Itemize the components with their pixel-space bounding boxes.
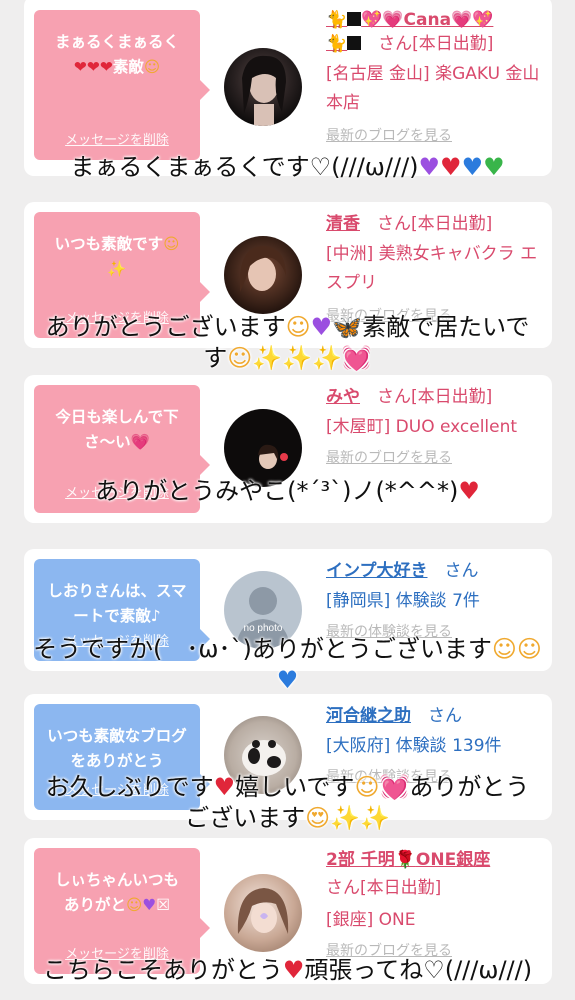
avatar[interactable] [224,236,302,314]
review-detail[interactable]: [大阪府] 体験談 139件 [326,732,546,761]
review-detail[interactable]: [静岡県] 体験談 7件 [326,587,546,616]
avatar-photo [237,888,289,934]
delete-message-link[interactable]: メッセージを削除 [34,132,200,150]
sender-status: さん[本日出勤] [326,878,442,898]
message-feed: まぁるくまぁるく ❤❤❤素敵☺ メッセージを削除 🐈 💖💗Cana💗💖 🐈 さん[本… [0,0,575,1000]
sender-info: 2部 千明🌹ONE銀座 さん[本日出勤] [銀座] ONE 最新のブログを見る [326,848,546,961]
reply-text: こちらこそありがとう♥頑張ってね♡(///ω///) [42,956,533,984]
avatar-photo [242,55,286,126]
shop-detail[interactable]: [名古屋 金山] 楽GAKU 金山本店 [326,60,546,118]
message-bubble: まぁるくまぁるく ❤❤❤素敵☺ メッセージを削除 [34,10,210,160]
sender-name[interactable]: 清香 [326,214,360,234]
sender-name[interactable]: みや [326,387,360,407]
shop-detail[interactable]: [中洲] 美熟女キャバクラ エスプリ [326,240,546,298]
message-text: しぃちゃんいつも ありがと☺♥☒ [54,871,179,914]
reply-text: ありがとうみやこ(*´³`)ノ(*^^*)♥ [95,477,480,505]
sender-status: さん [444,561,479,581]
sender-status: さん[本日出勤] [378,34,494,54]
avatar[interactable] [224,48,302,126]
sender-name[interactable]: インプ大好き [326,561,428,581]
message-text: まぁるくまぁるく ❤❤❤素敵☺ [54,33,179,76]
message-text: いつも素敵です☺ ✨ [54,235,180,278]
message-text: しおりさんは、スマートで素敵♪ [47,582,187,625]
sender-name[interactable]: 河合継之助 [326,706,411,726]
sender-status: さん [428,706,462,726]
sender-info: インプ大好き さん [静岡県] 体験談 7件 最新の体験談を見る [326,559,546,642]
sender-info: 🐈 💖💗Cana💗💖 🐈 さん[本日出勤] [名古屋 金山] 楽GAKU 金山本店… [326,8,546,146]
shop-detail[interactable]: [銀座] ONE [326,906,546,935]
sender-status: さん[本日出勤] [377,214,493,234]
sender-name[interactable]: 🐈 💖💗Cana💗💖 [326,10,493,30]
sender-name-line2[interactable]: 🐈 [326,34,362,54]
message-text: 今日も楽しんで下 さ〜い💗 [55,408,179,451]
reply-text: ありがとうございます☺♥🦋素敵で居たいで す☺✨✨✨💓 [45,313,530,372]
latest-blog-link[interactable]: 最新のブログを見る [326,448,546,468]
reply-text: お久しぶりです♥嬉しいです☺💓ありがとう ございます😍✨✨ [45,773,530,832]
message-text: いつも素敵なブログをありがとう [47,727,187,770]
sender-info: 清香 さん[本日出勤] [中洲] 美熟女キャバクラ エスプリ 最新のブログを見る [326,212,546,326]
shop-detail[interactable]: [木屋町] DUO excellent [326,413,546,442]
no-photo-label: no photo [244,623,283,634]
avatar-photo [240,246,286,292]
sender-info: みや さん[本日出勤] [木屋町] DUO excellent 最新のブログを見… [326,385,546,468]
sender-name[interactable]: 2部 千明🌹ONE銀座 [326,850,490,870]
reply-text: そうですか( ･ω･`)ありがとうございます☺☺ ♥ [33,635,542,694]
latest-blog-link[interactable]: 最新のブログを見る [326,126,546,146]
message-card: まぁるくまぁるく ❤❤❤素敵☺ メッセージを削除 🐈 💖💗Cana💗💖 🐈 さん[本… [24,0,552,176]
reply-text: まぁるくまぁるくです♡(///ω///)♥♥♥♥ [70,153,505,181]
sender-status: さん[本日出勤] [377,387,493,407]
avatar[interactable] [224,874,302,952]
